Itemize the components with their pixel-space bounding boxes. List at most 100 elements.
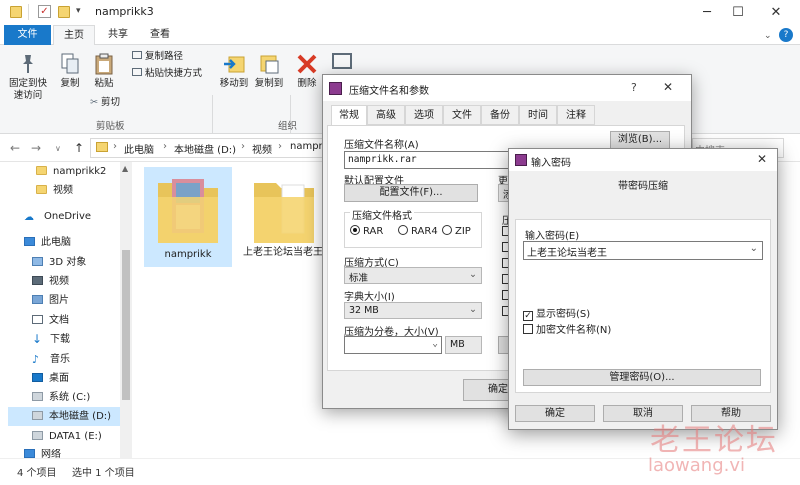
- film-icon: [32, 276, 43, 285]
- tab-comment[interactable]: 注释: [557, 105, 595, 125]
- drive-icon: [32, 392, 43, 401]
- profiles-button[interactable]: 配置文件(F)...: [344, 184, 478, 202]
- new-folder-icon[interactable]: [58, 6, 70, 18]
- tab-file[interactable]: 文件: [4, 25, 51, 45]
- tab-advanced[interactable]: 高级: [367, 105, 405, 125]
- close-button[interactable]: ✕: [758, 0, 794, 25]
- tab-time[interactable]: 时间: [519, 105, 557, 125]
- tab-general[interactable]: 常规: [331, 105, 367, 126]
- manage-passwords-button[interactable]: 管理密码(O)...: [523, 369, 761, 386]
- cloud-icon: ☁: [24, 212, 34, 223]
- chevron-down-icon: ⌄: [749, 243, 758, 254]
- compression-method-value: 标准: [349, 273, 369, 284]
- close-button[interactable]: ✕: [663, 80, 673, 94]
- watermark-domain: laowang.vi: [648, 455, 746, 476]
- sidebar-item-label: 网络: [41, 449, 61, 458]
- sidebar-item-label: 桌面: [49, 373, 69, 384]
- file-name: 上老王论坛当老王: [243, 247, 323, 258]
- format-rar4-radio[interactable]: RAR4: [398, 225, 438, 237]
- file-item-namprikk[interactable]: namprikk: [144, 167, 232, 267]
- password-input[interactable]: 上老王论坛当老王 ⌄: [523, 241, 763, 260]
- tab-options[interactable]: 选项: [405, 105, 443, 125]
- sidebar-item-label: OneDrive: [44, 211, 92, 222]
- split-volume-input[interactable]: ⌄: [344, 336, 442, 354]
- dialog-title: 输入密码: [531, 158, 571, 169]
- help-icon[interactable]: ?: [779, 28, 793, 42]
- copy-button[interactable]: 复制: [56, 53, 84, 90]
- move-to-button[interactable]: 移动到: [217, 53, 251, 90]
- sidebar-item-label: namprikk2: [53, 166, 107, 177]
- breadcrumb-separator: ›: [278, 141, 282, 152]
- file-name: namprikk: [164, 249, 212, 260]
- ribbon-expand-icon[interactable]: ⌄: [764, 31, 772, 41]
- file-item-laowang[interactable]: 上老王论坛当老王: [240, 167, 326, 277]
- paste-label: 粘贴: [94, 78, 114, 89]
- dialog-tabs: 常规 高级 选项 文件 备份 时间 注释: [327, 105, 687, 126]
- copy-path-button[interactable]: 复制路径: [132, 51, 183, 63]
- sidebar-item-label: 文档: [49, 315, 69, 326]
- pin-label: 固定到快速访问: [8, 78, 47, 101]
- encrypt-filenames-label: 加密文件名称(N): [536, 325, 612, 336]
- show-password-checkbox[interactable]: ✓ 显示密码(S): [523, 305, 590, 321]
- split-volume-unit-select[interactable]: MB: [445, 336, 482, 354]
- sidebar-item-label: 音乐: [50, 354, 70, 365]
- scroll-up-icon[interactable]: ▲: [122, 164, 128, 173]
- maximize-button[interactable]: ☐: [720, 0, 756, 25]
- paste-shortcut-icon: [132, 68, 142, 76]
- cut-button[interactable]: ✂ 剪切: [90, 97, 120, 109]
- ok-button[interactable]: 确定: [515, 405, 595, 422]
- winrar-icon: [515, 154, 527, 166]
- folder-icon: [252, 175, 316, 245]
- breadcrumb-video[interactable]: 视频: [252, 141, 272, 156]
- tab-view[interactable]: 查看: [140, 25, 180, 45]
- sidebar-item-drive-d[interactable]: 本地磁盘 (D:): [8, 407, 120, 426]
- compression-method-select[interactable]: 标准 ⌄: [344, 267, 482, 284]
- forward-arrow-icon[interactable]: →: [31, 141, 41, 155]
- help-button[interactable]: ?: [631, 81, 637, 94]
- back-arrow-icon[interactable]: ←: [10, 141, 20, 155]
- format-zip-radio[interactable]: ZIP: [442, 225, 471, 237]
- browse-button[interactable]: 浏览(B)...: [610, 131, 670, 149]
- paste-shortcut-button[interactable]: 粘贴快捷方式: [132, 68, 202, 80]
- copy-path-icon: [132, 51, 142, 59]
- close-button[interactable]: ✕: [757, 152, 767, 166]
- sidebar-item-label: 本地磁盘 (D:): [49, 411, 112, 422]
- recent-chevron-icon[interactable]: ∨: [55, 144, 61, 153]
- document-icon: [32, 315, 43, 324]
- archive-format-label: 压缩文件格式: [350, 207, 414, 222]
- sidebar-item-label: 视频: [49, 276, 69, 287]
- tab-files[interactable]: 文件: [443, 105, 481, 125]
- dictionary-size-select[interactable]: 32 MB ⌄: [344, 302, 482, 319]
- tab-backup[interactable]: 备份: [481, 105, 519, 125]
- sidebar-item-label: DATA1 (E:): [49, 431, 102, 442]
- dictionary-size-value: 32 MB: [349, 305, 379, 316]
- copy-to-button[interactable]: 复制到: [252, 53, 286, 90]
- chevron-down-icon[interactable]: ▾: [76, 6, 81, 16]
- delete-button[interactable]: 删除: [294, 53, 320, 90]
- clipboard-icon: [95, 53, 113, 75]
- breadcrumb-drive-d[interactable]: 本地磁盘 (D:): [174, 141, 236, 156]
- format-rar-label: RAR: [363, 226, 384, 237]
- breadcrumb-this-pc[interactable]: 此电脑: [124, 141, 154, 156]
- scrollbar-thumb[interactable]: [122, 250, 130, 400]
- copy-label: 复制: [60, 78, 80, 89]
- paste-button[interactable]: 粘贴: [90, 53, 118, 90]
- dialog-title-bar: 压缩文件名和参数 ? ✕: [323, 75, 691, 101]
- up-arrow-icon[interactable]: ↑: [74, 141, 84, 155]
- tab-share[interactable]: 共享: [98, 25, 138, 45]
- password-label: 输入密码(E): [525, 231, 580, 242]
- drive-icon: [32, 431, 43, 440]
- window-title: namprikk3: [95, 5, 154, 18]
- download-icon: ↓: [32, 332, 43, 346]
- checkbox-checked-icon: ✓: [523, 311, 533, 321]
- show-password-label: 显示密码(S): [536, 309, 591, 320]
- format-rar-radio[interactable]: RAR: [350, 225, 383, 237]
- properties-icon[interactable]: ✓: [38, 5, 51, 18]
- pin-quick-access-button[interactable]: 固定到快速访问: [6, 53, 50, 102]
- encrypt-filenames-checkbox[interactable]: 加密文件名称(N): [523, 321, 611, 336]
- move-to-label: 移动到: [219, 78, 249, 89]
- tab-home[interactable]: 主页: [53, 25, 95, 45]
- rename-icon[interactable]: [332, 53, 352, 69]
- pin-icon: [21, 53, 35, 75]
- radio-unchecked-icon: [398, 225, 408, 235]
